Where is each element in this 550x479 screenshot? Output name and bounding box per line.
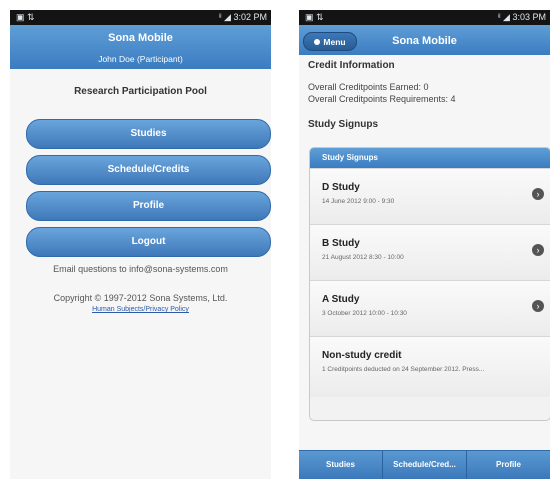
- menu-label: Menu: [323, 36, 346, 47]
- logout-button[interactable]: Logout: [26, 227, 271, 257]
- privacy-policy-link[interactable]: Human Subjects/Privacy Policy: [10, 306, 271, 313]
- right-phone-screen: ▣ ⇅ ⁱˡ ◢ 3:03 PM Menu Sona Mobile Credit…: [299, 10, 550, 479]
- status-bar: ▣ ⇅ ⁱˡ ◢ 3:02 PM: [10, 10, 271, 25]
- menu-dot-icon: [314, 38, 321, 45]
- status-icons-left: ▣ ⇅: [16, 12, 35, 22]
- study-date: 21 August 2012 8:30 - 10:00: [322, 254, 404, 261]
- study-name: A Study: [322, 294, 360, 305]
- list-item[interactable]: A Study 3 October 2012 10:00 - 10:30 ›: [310, 280, 550, 336]
- study-signups-list: Study Signups D Study 14 June 2012 9:00 …: [309, 147, 550, 421]
- study-signups-title: Study Signups: [308, 119, 378, 130]
- studies-button[interactable]: Studies: [26, 119, 271, 149]
- schedule-credits-button[interactable]: Schedule/Credits: [26, 155, 271, 185]
- credits-earned: Overall Creditpoints Earned: 0: [308, 82, 429, 92]
- app-title: Sona Mobile: [108, 32, 173, 44]
- study-date: 14 June 2012 9:00 - 9:30: [322, 198, 395, 205]
- tab-schedule-credits[interactable]: Schedule/Cred...: [382, 451, 466, 479]
- list-header: Study Signups: [310, 148, 550, 168]
- profile-button[interactable]: Profile: [26, 191, 271, 221]
- chevron-right-circle-icon: ›: [532, 244, 544, 256]
- pool-title: Research Participation Pool: [74, 86, 207, 97]
- study-name: Non-study credit: [322, 350, 402, 361]
- status-time: ⁱˡ ◢ 3:03 PM: [497, 12, 546, 22]
- list-item[interactable]: Non-study credit 1 Creditpoints deducted…: [310, 336, 550, 397]
- left-phone-screen: ▣ ⇅ ⁱˡ ◢ 3:02 PM Sona Mobile John Doe (P…: [10, 10, 271, 479]
- study-name: B Study: [322, 238, 360, 249]
- credit-info-title: Credit Information: [308, 60, 395, 71]
- chevron-right-circle-icon: ›: [532, 300, 544, 312]
- study-date: 3 October 2012 10:00 - 10:30: [322, 310, 407, 317]
- status-icons-left: ▣ ⇅: [305, 12, 324, 22]
- credits-required: Overall Creditpoints Requirements: 4: [308, 94, 456, 104]
- chevron-right-circle-icon: ›: [532, 188, 544, 200]
- app-header: Menu Sona Mobile: [299, 25, 550, 55]
- bottom-tab-bar: Studies Schedule/Cred... Profile: [299, 450, 550, 479]
- email-text: Email questions to info@sona-systems.com: [53, 264, 228, 274]
- status-bar: ▣ ⇅ ⁱˡ ◢ 3:03 PM: [299, 10, 550, 25]
- study-name: D Study: [322, 182, 360, 193]
- copyright-text: Copyright © 1997-2012 Sona Systems, Ltd.: [53, 293, 228, 303]
- list-item[interactable]: B Study 21 August 2012 8:30 - 10:00 ›: [310, 224, 550, 280]
- tab-studies[interactable]: Studies: [299, 451, 382, 479]
- menu-button[interactable]: Menu: [303, 32, 357, 51]
- status-time: ⁱˡ ◢ 3:02 PM: [218, 12, 267, 22]
- tab-profile[interactable]: Profile: [466, 451, 550, 479]
- list-item[interactable]: D Study 14 June 2012 9:00 - 9:30 ›: [310, 168, 550, 224]
- user-name: John Doe (Participant): [98, 54, 183, 64]
- app-header: Sona Mobile John Doe (Participant): [10, 25, 271, 69]
- study-date: 1 Creditpoints deducted on 24 September …: [322, 366, 485, 373]
